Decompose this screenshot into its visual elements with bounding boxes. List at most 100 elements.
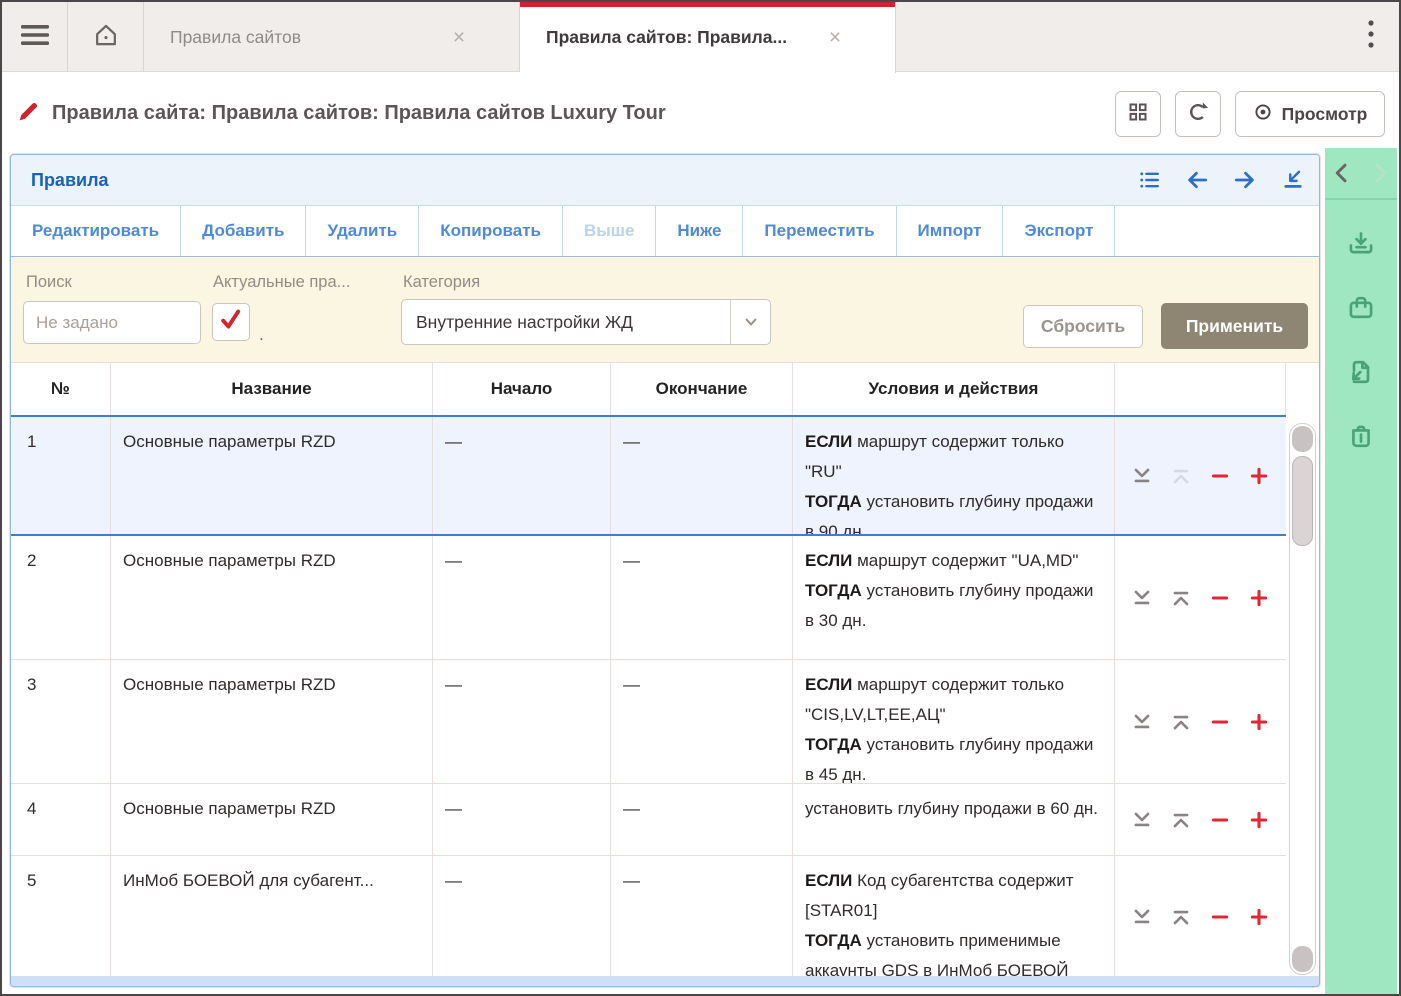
scroll-up-button[interactable] bbox=[1292, 426, 1313, 452]
search-input[interactable] bbox=[23, 301, 201, 344]
chevron-down-icon bbox=[730, 300, 770, 344]
export-button[interactable]: Экспорт bbox=[1003, 206, 1115, 256]
side-toolbar bbox=[1325, 148, 1397, 994]
move-to-bottom-icon[interactable] bbox=[1131, 587, 1153, 609]
move-to-bottom-icon[interactable] bbox=[1131, 711, 1153, 733]
table-row[interactable]: 2 Основные параметры RZD — — ЕСЛИ маршру… bbox=[11, 536, 1286, 660]
condition-keyword: ТОГДА bbox=[805, 492, 862, 511]
vertical-scrollbar[interactable] bbox=[1289, 423, 1316, 975]
arrow-left-icon[interactable] bbox=[1185, 168, 1209, 192]
download-icon[interactable] bbox=[1347, 230, 1375, 258]
rule-start: — bbox=[433, 856, 611, 978]
row-number: 4 bbox=[11, 784, 111, 855]
list-view-icon[interactable] bbox=[1137, 168, 1161, 192]
tab-bar: Правила сайтов × Правила сайтов: Правила… bbox=[2, 2, 1399, 72]
column-header-num[interactable]: № bbox=[11, 363, 111, 415]
remove-icon[interactable] bbox=[1209, 711, 1231, 733]
home-icon bbox=[93, 22, 119, 53]
add-icon[interactable] bbox=[1248, 711, 1270, 733]
chevron-right-icon[interactable] bbox=[1366, 159, 1394, 187]
home-button[interactable] bbox=[68, 2, 144, 72]
import-button[interactable]: Импорт bbox=[897, 206, 1004, 256]
move-to-top-icon[interactable] bbox=[1170, 711, 1192, 733]
column-header-start[interactable]: Начало bbox=[433, 363, 611, 415]
rules-toolbar: Редактировать Добавить Удалить Копироват… bbox=[11, 205, 1319, 257]
file-transfer-icon[interactable] bbox=[1347, 358, 1375, 386]
remove-icon[interactable] bbox=[1209, 809, 1231, 831]
scroll-down-button[interactable] bbox=[1292, 946, 1313, 972]
rule-end: — bbox=[611, 856, 793, 978]
edit-button[interactable]: Редактировать bbox=[11, 206, 181, 256]
preview-button[interactable]: Просмотр bbox=[1235, 91, 1385, 137]
layout-grid-button[interactable] bbox=[1115, 91, 1161, 137]
remove-icon[interactable] bbox=[1209, 465, 1231, 487]
move-to-top-icon[interactable] bbox=[1170, 906, 1192, 928]
actual-rules-label: Актуальные пра... bbox=[213, 273, 350, 292]
dock-bottom-left-icon[interactable] bbox=[1281, 168, 1305, 192]
rule-start: — bbox=[433, 660, 611, 783]
move-to-top-icon[interactable] bbox=[1170, 809, 1192, 831]
table-row[interactable]: 5 ИнМоб БОЕВОЙ для субагент... — — ЕСЛИ … bbox=[11, 856, 1286, 978]
arrow-right-icon[interactable] bbox=[1233, 168, 1257, 192]
condition-keyword: ТОГДА bbox=[805, 931, 862, 950]
move-to-top-icon[interactable] bbox=[1170, 465, 1192, 487]
title-bar: Правила сайта: Правила сайтов: Правила с… bbox=[2, 73, 1399, 154]
rule-conditions: ЕСЛИ Код субагентства содержит [STAR01] … bbox=[793, 856, 1115, 978]
move-to-bottom-icon[interactable] bbox=[1131, 906, 1153, 928]
row-number: 2 bbox=[11, 536, 111, 659]
row-actions bbox=[1115, 660, 1286, 783]
row-number: 3 bbox=[11, 660, 111, 783]
rule-name: Основные параметры RZD bbox=[111, 536, 433, 659]
move-button[interactable]: Переместить bbox=[743, 206, 896, 256]
category-select[interactable]: Внутренние настройки ЖД bbox=[401, 299, 771, 345]
rule-start: — bbox=[433, 417, 611, 534]
trash-icon[interactable] bbox=[1347, 422, 1375, 450]
panel-title: Правила bbox=[11, 170, 109, 191]
table-row[interactable]: 3 Основные параметры RZD — — ЕСЛИ маршру… bbox=[11, 660, 1286, 784]
rule-end: — bbox=[611, 660, 793, 783]
add-icon[interactable] bbox=[1248, 809, 1270, 831]
close-icon[interactable]: × bbox=[820, 27, 850, 48]
search-label: Поиск bbox=[26, 273, 72, 292]
add-icon[interactable] bbox=[1248, 587, 1270, 609]
horizontal-scrollbar[interactable] bbox=[11, 976, 1319, 986]
chevron-left-icon[interactable] bbox=[1328, 159, 1356, 187]
app-window: Правила сайтов × Правила сайтов: Правила… bbox=[0, 0, 1401, 996]
add-icon[interactable] bbox=[1248, 465, 1270, 487]
table-header: № Название Начало Окончание Условия и де… bbox=[11, 363, 1286, 415]
rule-name: ИнМоб БОЕВОЙ для субагент... bbox=[111, 856, 433, 978]
more-menu-button[interactable] bbox=[1351, 17, 1391, 57]
column-header-name[interactable]: Название bbox=[111, 363, 433, 415]
add-icon[interactable] bbox=[1248, 906, 1270, 928]
tab-site-rules-detail[interactable]: Правила сайтов: Правила... × bbox=[520, 2, 896, 73]
move-to-bottom-icon[interactable] bbox=[1131, 809, 1153, 831]
actual-rules-checkbox[interactable] bbox=[212, 303, 250, 341]
move-down-button[interactable]: Ниже bbox=[656, 206, 743, 256]
close-icon[interactable]: × bbox=[444, 27, 474, 48]
tab-site-rules[interactable]: Правила сайтов × bbox=[144, 2, 520, 72]
move-to-bottom-icon[interactable] bbox=[1131, 465, 1153, 487]
hamburger-menu-button[interactable] bbox=[2, 2, 68, 72]
delete-button[interactable]: Удалить bbox=[306, 206, 419, 256]
reset-button[interactable]: Сбросить bbox=[1023, 305, 1143, 348]
scrollbar-thumb[interactable] bbox=[1292, 456, 1313, 546]
table-row[interactable]: 4 Основные параметры RZD — — установить … bbox=[11, 784, 1286, 856]
column-header-actions bbox=[1115, 363, 1286, 415]
add-button[interactable]: Добавить bbox=[181, 206, 306, 256]
column-header-end[interactable]: Окончание bbox=[611, 363, 793, 415]
row-actions bbox=[1115, 784, 1286, 855]
briefcase-icon[interactable] bbox=[1347, 294, 1375, 322]
move-up-button[interactable]: Выше bbox=[563, 206, 656, 256]
remove-icon[interactable] bbox=[1209, 906, 1231, 928]
refresh-button[interactable] bbox=[1175, 91, 1221, 137]
remove-icon[interactable] bbox=[1209, 587, 1231, 609]
table-row[interactable]: 1 Основные параметры RZD — — ЕСЛИ маршру… bbox=[11, 415, 1286, 536]
grid-icon bbox=[1128, 102, 1148, 127]
copy-button[interactable]: Копировать bbox=[419, 206, 563, 256]
checkmark-icon bbox=[218, 307, 244, 338]
apply-button[interactable]: Применить bbox=[1161, 303, 1308, 349]
move-to-top-icon[interactable] bbox=[1170, 587, 1192, 609]
column-header-conditions[interactable]: Условия и действия bbox=[793, 363, 1115, 415]
condition-keyword: ЕСЛИ bbox=[805, 871, 852, 890]
rule-conditions: ЕСЛИ маршрут содержит "UA,MD" ТОГДА уста… bbox=[793, 536, 1115, 659]
